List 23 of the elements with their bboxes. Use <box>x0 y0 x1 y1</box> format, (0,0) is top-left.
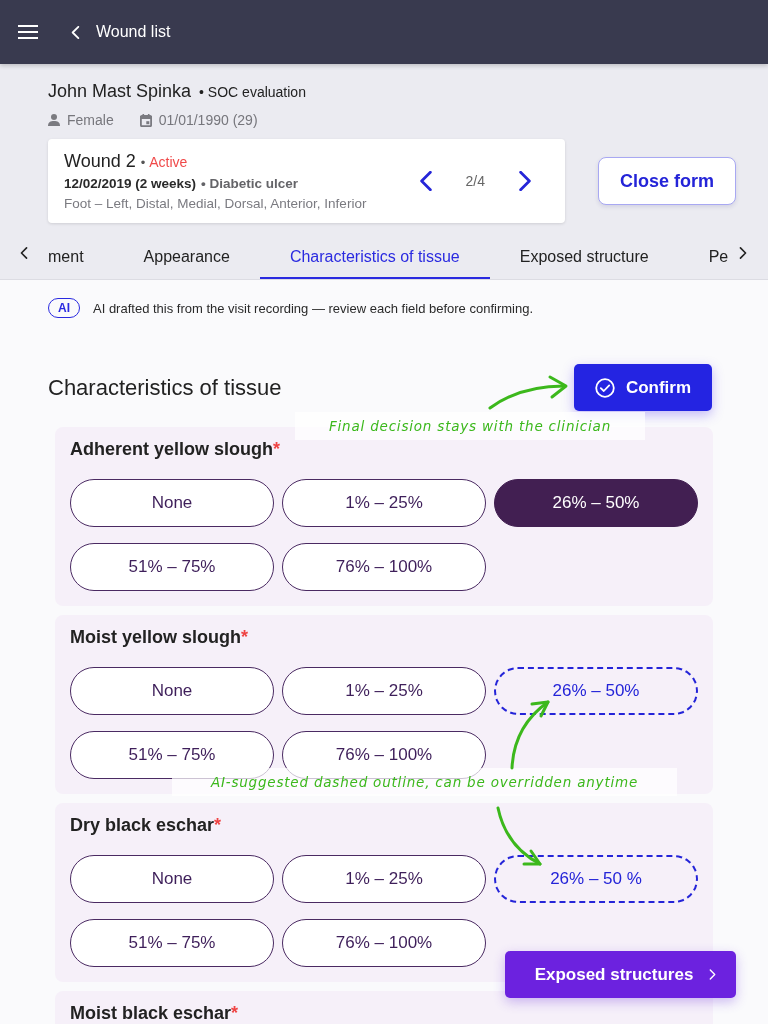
wound-counter: 2/4 <box>465 173 485 189</box>
ai-notice-text: AI drafted this from the visit recording — review each field before confirming. <box>93 300 534 316</box>
required-mark: * <box>273 439 281 459</box>
wound-type: • Diabetic ulcer <box>201 175 299 193</box>
required-mark: * <box>214 815 222 835</box>
wound-status: Active <box>149 153 188 172</box>
birth-date: 01/01/1990 (29) <box>158 111 258 129</box>
required-mark: * <box>231 1003 239 1023</box>
field-label: Moist yellow slough <box>70 627 241 647</box>
visit-type: • SOC evaluation <box>199 83 306 102</box>
field-label: Moist black eschar <box>70 1003 232 1023</box>
field-label: Dry black eschar <box>70 815 215 835</box>
wound-location: Foot – Left, Distal, Medial, Dorsal, Anterior, Inferior <box>64 195 367 213</box>
separator-dot: • <box>140 154 146 172</box>
patient-name: John Mast Spinka <box>48 80 192 102</box>
patient-sex: Female <box>67 111 114 129</box>
annotation-tooltip: Final decision stays with the clinician <box>295 412 645 440</box>
wound-title: Wound 2 <box>64 150 136 172</box>
section-title: Characteristics of tissue <box>48 373 282 402</box>
annotation-tooltip: AI-suggested dashed outline, can be overridden anytime <box>172 768 677 796</box>
required-mark: * <box>241 627 249 647</box>
field-label: Adherent yellow slough <box>70 439 274 459</box>
wound-onset: 12/02/2019 (2 weeks) <box>64 175 197 193</box>
